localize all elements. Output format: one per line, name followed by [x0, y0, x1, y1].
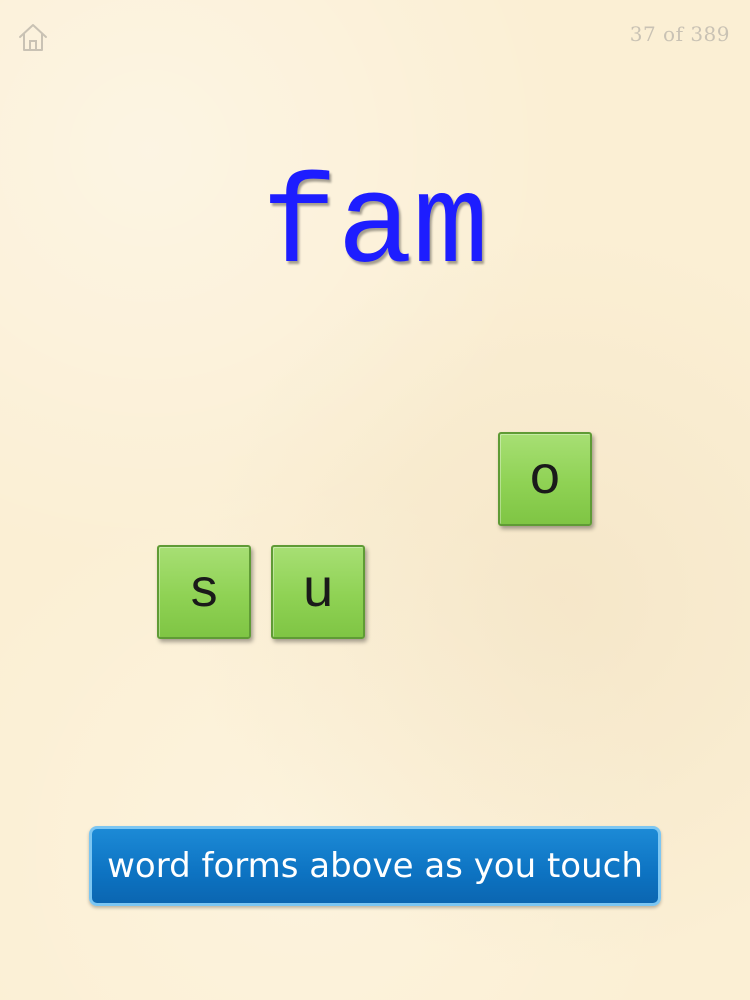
- home-button[interactable]: [16, 20, 50, 54]
- home-icon: [19, 24, 47, 51]
- letter-tile-s[interactable]: s: [157, 545, 251, 639]
- target-word: fam: [261, 156, 489, 299]
- hint-button[interactable]: word forms above as you touch: [89, 826, 661, 906]
- letter-tile-o[interactable]: o: [498, 432, 592, 526]
- progress-counter: 37 of 389: [629, 22, 730, 46]
- letter-tile-u[interactable]: u: [271, 545, 365, 639]
